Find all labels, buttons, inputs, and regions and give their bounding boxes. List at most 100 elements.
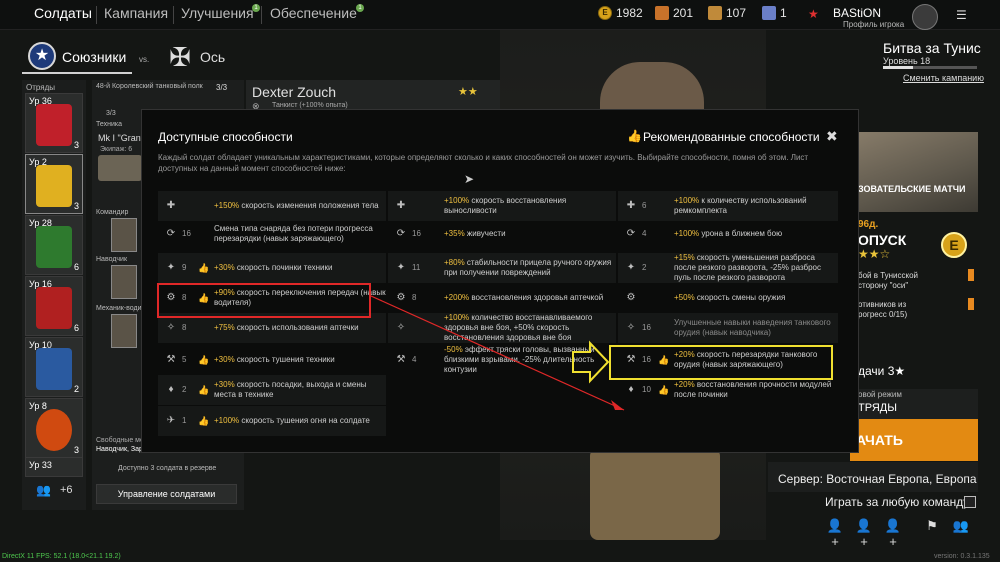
ability-value: +15% xyxy=(674,253,695,262)
ability-row[interactable]: ✚ 6 +100% к количеству использований ремко… xyxy=(618,191,838,221)
ability-level: 2 xyxy=(642,263,647,272)
orders2-resource[interactable]: 107 xyxy=(708,6,746,20)
ability-text: Улучшенные навыки наведения танкового ор… xyxy=(674,318,838,338)
orders2-value: 107 xyxy=(726,6,747,20)
axis-cross-icon[interactable]: ✠ xyxy=(166,43,194,71)
tab-soldiers[interactable]: Солдаты xyxy=(34,5,92,21)
invite-friend-icon[interactable]: 👤+ xyxy=(826,518,844,549)
close-icon[interactable]: ✖ xyxy=(826,128,838,145)
ability-row[interactable]: ✧ +100% количество восстанавливаемого здо… xyxy=(388,313,616,343)
tab-upgrades[interactable]: Улучшения xyxy=(181,5,254,21)
invite-friend-icon[interactable]: 👤+ xyxy=(855,518,873,549)
ability-description: скорость починки техники xyxy=(234,263,333,272)
ability-row[interactable]: ✦ 11 +80% стабильности прицела ручного ору… xyxy=(388,253,616,283)
player-profile-label[interactable]: Профиль игрока xyxy=(843,20,904,29)
ability-row[interactable]: ✚ +150% скорость изменения положения тела xyxy=(158,191,386,221)
axis-label[interactable]: Ось xyxy=(200,49,225,65)
free-slots-label: Свободные ме xyxy=(96,437,144,444)
soldier-portrait[interactable] xyxy=(111,218,137,252)
squad-count: 3 xyxy=(73,445,79,455)
ability-description: скорость изменения положения тела xyxy=(239,201,379,210)
orders-resource[interactable]: 201 xyxy=(655,6,693,20)
ability-value: +100% xyxy=(674,229,700,238)
ability-row[interactable]: ⚒ 5 👍 +30% скорость тушения техники xyxy=(158,345,386,375)
any-team-checkbox[interactable] xyxy=(964,496,976,508)
avatar[interactable] xyxy=(912,4,938,30)
manage-soldiers-button[interactable]: Управление солдатами xyxy=(96,484,237,504)
soldier-name: Dexter Zouch xyxy=(252,84,337,100)
ability-row[interactable]: ⚒ 4 -50% эффект тряски головы, вызванный б… xyxy=(388,345,616,375)
player-name[interactable]: BAStiON xyxy=(833,6,881,20)
quest-item[interactable]: отивников из рогресс 0/15) xyxy=(858,300,958,320)
vs-label: vs. xyxy=(139,55,150,64)
custom-matches-label[interactable]: ЗОВАТЕЛЬСКИЕ МАТЧИ xyxy=(858,184,966,194)
ability-row[interactable]: ♦ 2 👍 +30% скорость посадки, выхода и смены… xyxy=(158,375,386,405)
ability-row[interactable]: ✈ 1 👍 +100% скорость тушения огня на солдат… xyxy=(158,406,386,436)
ability-icon: ✚ xyxy=(626,200,636,211)
ability-level: 16 xyxy=(642,323,651,332)
invite-friend-icon[interactable]: 👤+ xyxy=(884,518,902,549)
menu-icon[interactable]: ☰ xyxy=(956,8,968,22)
ability-row[interactable]: ⟳ 16 +35% живучести xyxy=(388,219,616,249)
ability-text: -50% эффект тряски головы, вызванный бли… xyxy=(444,345,616,375)
ability-value: +50% xyxy=(674,293,695,302)
ability-description: Смена типа снаряда без потери прогресса … xyxy=(214,224,373,243)
ability-row[interactable]: ✚ +100% скорость восстановления выносливо… xyxy=(388,191,616,221)
ability-icon: ✦ xyxy=(396,262,406,273)
bookmark-icon[interactable] xyxy=(968,298,974,310)
ability-level: 10 xyxy=(642,385,651,394)
soldier-portrait[interactable] xyxy=(111,314,137,348)
ability-text: +100% урона в ближнем бою xyxy=(674,229,838,239)
ability-text: +15% скорость уменьшения разброса после … xyxy=(674,253,838,283)
tasks-label[interactable]: дачи 3★ xyxy=(858,364,905,378)
ability-value: +100% xyxy=(444,196,470,205)
squad-card[interactable]: Ур 2 3 xyxy=(25,154,83,214)
gold-resource[interactable]: E 1982 xyxy=(598,6,643,20)
start-battle-button[interactable]: АЧАТЬ xyxy=(850,419,978,461)
ability-row[interactable]: ✦ 9 👍 +30% скорость починки техники xyxy=(158,253,386,283)
soldier-portrait[interactable] xyxy=(111,265,137,299)
group-icon[interactable]: 👥 xyxy=(952,518,970,534)
tab-campaign[interactable]: Кампания xyxy=(104,5,168,21)
squad-card[interactable]: Ур 16 6 xyxy=(25,276,83,336)
change-campaign-link[interactable]: Сменить кампанию xyxy=(903,73,984,83)
pass-title[interactable]: ОПУСК xyxy=(858,232,906,248)
tank-image[interactable] xyxy=(98,155,142,181)
tech-name[interactable]: Mk I "Grant" xyxy=(98,133,146,143)
thumbs-up-icon: 👍 xyxy=(198,416,210,426)
server-label[interactable]: Сервер: Восточная Европа, Европа xyxy=(778,472,977,486)
tech-label: Техника xyxy=(96,121,123,128)
unit-count: 3/3 xyxy=(216,83,228,92)
squad-emblem-icon xyxy=(36,287,72,329)
ability-level: 16 xyxy=(182,229,191,238)
recommended-label: Рекомендованные способности xyxy=(643,130,820,144)
ability-row[interactable]: ✦ 2 +15% скорость уменьшения разброса посл… xyxy=(618,253,838,283)
pass-coin-icon[interactable]: E xyxy=(941,232,967,258)
quest-item[interactable]: бой в Тунисской сторону "оси" xyxy=(858,271,958,291)
map-thumbnail[interactable] xyxy=(838,132,978,212)
blue-resource[interactable]: 1 xyxy=(762,6,787,20)
ability-icon: ✚ xyxy=(166,200,176,211)
flag-icon[interactable]: ⚑ xyxy=(923,518,941,534)
ability-description: скорость посадки, выхода и смены места в… xyxy=(214,380,367,399)
ability-row[interactable]: ✧ 16 Улучшенные навыки наведения танкового… xyxy=(618,313,838,343)
ability-row[interactable]: ⚙ 8 +200% восстановления здоровья аптечкой xyxy=(388,283,616,313)
squad-card[interactable]: Ур 36 3 xyxy=(25,93,83,153)
squad-card[interactable]: Ур 8 3 xyxy=(25,398,83,458)
squad-card[interactable]: Ур 33 xyxy=(25,457,83,477)
tab-supplies[interactable]: Обеспечение xyxy=(270,5,357,21)
mouse-cursor-icon: ➤ xyxy=(464,172,475,186)
ability-row[interactable]: ⟳ 16 Смена типа снаряда без потери прогрес… xyxy=(158,219,386,249)
ability-icon: ♦ xyxy=(168,384,174,395)
squad-card[interactable]: Ур 10 2 xyxy=(25,337,83,397)
campaign-title: Битва за Тунис xyxy=(883,40,981,56)
ability-row[interactable]: ⟳ 4 +100% урона в ближнем бою xyxy=(618,219,838,249)
reserve-soldiers-icon[interactable]: 👥 xyxy=(36,483,51,497)
squad-card[interactable]: Ур 28 6 xyxy=(25,215,83,275)
ability-row[interactable]: ⚙ +50% скорость смены оружия xyxy=(618,283,838,313)
gold-coin-icon: E xyxy=(598,6,612,20)
ability-icon: ✈ xyxy=(166,415,176,426)
reserve-count[interactable]: +6 xyxy=(60,484,73,496)
bookmark-icon[interactable] xyxy=(968,269,974,281)
ability-icon: ✚ xyxy=(396,200,406,211)
